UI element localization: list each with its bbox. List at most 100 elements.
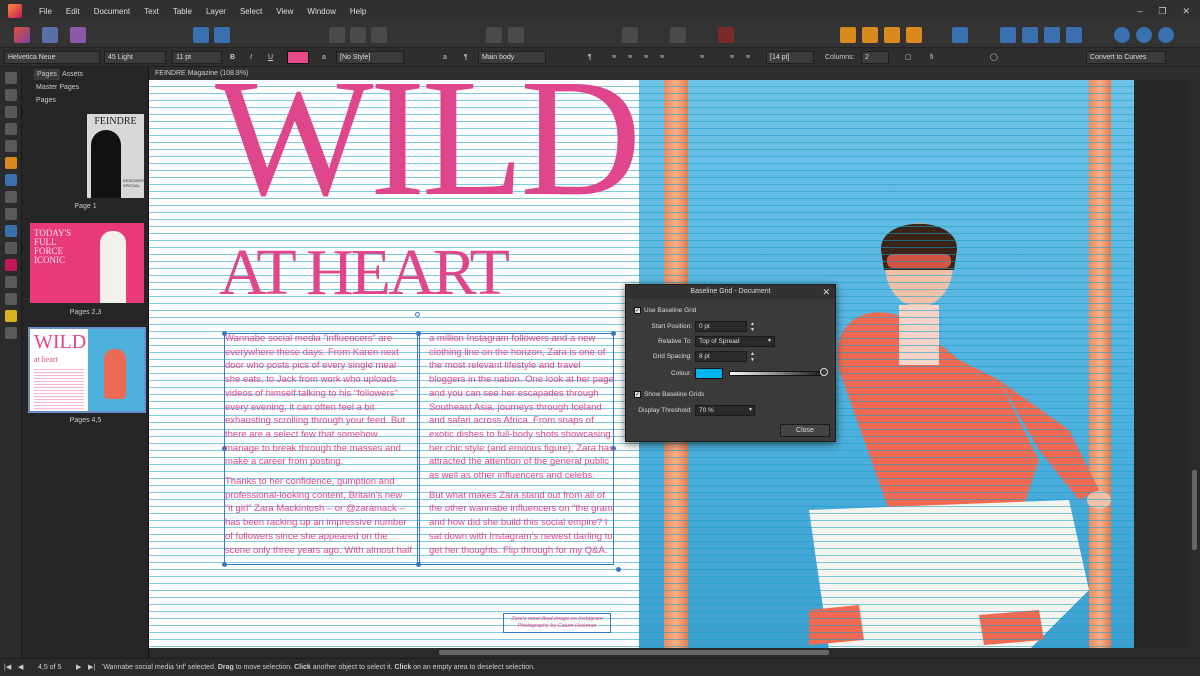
pages-section[interactable]: Pages <box>36 97 56 104</box>
publisher-persona-icon[interactable] <box>14 27 30 43</box>
crop-tool-icon[interactable] <box>5 242 17 254</box>
last-page-icon[interactable]: ▶| <box>88 659 95 676</box>
justify-icon[interactable]: ≡ <box>660 51 664 64</box>
columns-field[interactable]: 2 <box>861 51 889 64</box>
numbering-icon[interactable]: ≡ <box>746 51 750 64</box>
grid-spacing-field[interactable]: 8 pt <box>695 351 747 362</box>
place-image-icon[interactable] <box>329 27 345 43</box>
pen-tool-icon[interactable] <box>5 157 17 169</box>
boolean-intersect-icon[interactable] <box>1158 27 1174 43</box>
first-page-icon[interactable]: |◀ <box>4 659 11 676</box>
ligature-icon[interactable]: fi <box>930 51 934 64</box>
arrange-front-icon[interactable] <box>906 27 922 43</box>
designer-persona-icon[interactable] <box>42 27 58 43</box>
opacity-slider-knob[interactable] <box>820 368 828 376</box>
character-style-select[interactable]: [No Style] <box>336 51 404 64</box>
display-threshold-select[interactable]: 70 % <box>695 405 755 416</box>
picture-frame-tool-icon[interactable] <box>5 191 17 203</box>
menu-layer[interactable]: Layer <box>199 7 233 16</box>
fill-tool-icon[interactable] <box>5 259 17 271</box>
menu-text[interactable]: Text <box>137 7 166 16</box>
font-size-field[interactable]: 11 pt <box>172 51 222 64</box>
rotate-right-icon[interactable] <box>1066 27 1082 43</box>
resize-handle[interactable] <box>616 567 621 572</box>
snapping-magnet-icon[interactable] <box>718 27 734 43</box>
vertical-scrollbar[interactable] <box>1189 80 1200 648</box>
leading-field[interactable]: [14 pt] <box>766 51 814 64</box>
italic-icon[interactable]: I <box>250 51 252 64</box>
arrange-back-icon[interactable] <box>840 27 856 43</box>
grid-spacing-stepper[interactable]: ▲ ▼ <box>750 351 755 363</box>
tab-pages[interactable]: Pages <box>34 69 60 80</box>
menu-view[interactable]: View <box>269 7 300 16</box>
lowercase-icon[interactable]: a <box>443 51 447 64</box>
vertical-scroll-thumb[interactable] <box>1192 470 1197 550</box>
restore-icon[interactable]: ❐ <box>1158 6 1166 17</box>
menu-select[interactable]: Select <box>233 7 269 16</box>
artistic-text-tool-icon[interactable] <box>5 140 17 152</box>
place-image-tool-icon[interactable] <box>5 225 17 237</box>
preview-mode-icon[interactable] <box>622 27 638 43</box>
photo-persona-icon[interactable] <box>70 27 86 43</box>
prev-page-icon[interactable]: ◀ <box>18 659 23 676</box>
node-tool-icon[interactable] <box>5 89 17 101</box>
preflight-icon[interactable] <box>193 27 209 43</box>
ellipse-frame-tool-icon[interactable] <box>5 208 17 220</box>
move-tool-icon[interactable] <box>5 72 17 84</box>
convert-to-curves-button[interactable]: Convert to Curves <box>1086 51 1166 64</box>
document-tab[interactable]: FEINDRE Magazine (108.8%) <box>149 67 1200 80</box>
paragraph-icon[interactable]: ¶ <box>464 51 468 64</box>
zoom-tool-icon[interactable] <box>5 327 17 339</box>
transform-icon[interactable] <box>350 27 366 43</box>
pin-icon[interactable] <box>486 27 502 43</box>
rotate-left-icon[interactable] <box>1044 27 1060 43</box>
master-pages-section[interactable]: Master Pages <box>36 84 79 91</box>
use-baseline-grid-checkbox[interactable]: ✓ <box>634 307 641 314</box>
photo-caption[interactable]: Zara's most liked image on Instagram Pho… <box>503 613 611 633</box>
menu-file[interactable]: File <box>32 7 59 16</box>
text-wrap-icon[interactable]: ▢ <box>905 51 912 64</box>
align-left-icon[interactable]: ≡ <box>612 51 616 64</box>
menu-table[interactable]: Table <box>166 7 199 16</box>
menu-help[interactable]: Help <box>343 7 373 16</box>
baseline-grid-icon[interactable] <box>670 27 686 43</box>
minimize-icon[interactable]: – <box>1137 6 1142 17</box>
bold-icon[interactable]: B <box>230 51 235 64</box>
align-center-icon[interactable]: ≡ <box>628 51 632 64</box>
colour-swatch[interactable] <box>695 368 723 379</box>
align-icon[interactable] <box>952 27 968 43</box>
text-frame-icon[interactable] <box>508 27 524 43</box>
opacity-slider[interactable] <box>729 371 821 376</box>
menu-edit[interactable]: Edit <box>59 7 87 16</box>
resource-manager-icon[interactable] <box>214 27 230 43</box>
flip-vertical-icon[interactable] <box>1022 27 1038 43</box>
text-color-swatch[interactable] <box>287 51 309 64</box>
tab-assets[interactable]: Assets <box>62 69 83 80</box>
menu-window[interactable]: Window <box>300 7 342 16</box>
align-right-icon[interactable]: ≡ <box>644 51 648 64</box>
start-position-stepper[interactable]: ▲ ▼ <box>750 321 755 333</box>
dialog-title-bar[interactable]: Baseline Grid - Document ✕ <box>626 285 835 299</box>
character-icon[interactable]: a <box>322 51 326 64</box>
menu-document[interactable]: Document <box>87 7 137 16</box>
pages-4-5-thumbnail[interactable]: WILD at heart <box>28 327 146 413</box>
hand-tool-icon[interactable] <box>5 310 17 322</box>
page-indicator[interactable]: 4,5 of 5 <box>38 659 61 676</box>
arrange-forward-icon[interactable] <box>884 27 900 43</box>
start-position-field[interactable]: 0 pt <box>695 321 747 332</box>
show-baseline-grids-checkbox[interactable]: ✓ <box>634 391 641 398</box>
boolean-add-icon[interactable] <box>1114 27 1130 43</box>
close-button[interactable]: Close <box>780 424 830 437</box>
table-tool-icon[interactable] <box>5 106 17 118</box>
pages-2-3-thumbnail[interactable]: TODAY'S FULL FORCE ICONIC <box>30 223 144 303</box>
arrange-backward-icon[interactable] <box>862 27 878 43</box>
close-window-icon[interactable]: ✕ <box>1182 6 1190 17</box>
horizontal-scrollbar[interactable] <box>149 648 1189 658</box>
rectangle-tool-icon[interactable] <box>5 174 17 186</box>
paragraph-mark-icon[interactable]: ¶ <box>588 51 592 64</box>
color-picker-icon[interactable] <box>5 293 17 305</box>
font-style-select[interactable]: 45 Light <box>104 51 166 64</box>
crop-icon[interactable] <box>371 27 387 43</box>
page-1-thumbnail[interactable]: FEINDRE DESIGNER SPECIAL <box>87 114 144 198</box>
vertical-align-icon[interactable]: ≡ <box>700 51 704 64</box>
